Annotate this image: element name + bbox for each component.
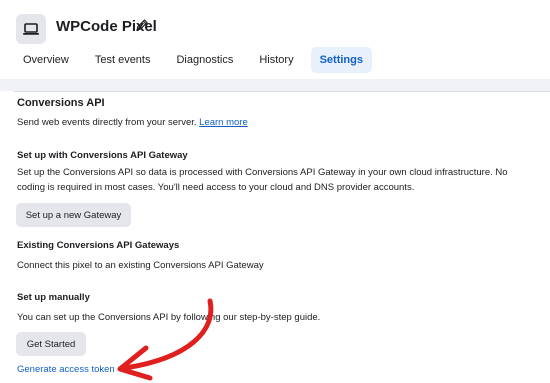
tab-bar: Overview Test events Diagnostics History…	[14, 46, 380, 74]
existing-gateways-description: Connect this pixel to an existing Conver…	[17, 260, 264, 271]
manual-setup-heading: Set up manually	[17, 292, 90, 303]
tab-settings[interactable]: Settings	[310, 47, 372, 73]
tab-test-events[interactable]: Test events	[86, 47, 160, 73]
laptop-icon	[16, 14, 46, 44]
gateway-heading: Set up with Conversions API Gateway	[17, 150, 188, 161]
tab-overview[interactable]: Overview	[14, 47, 78, 73]
setup-gateway-button[interactable]: Set up a new Gateway	[16, 203, 131, 227]
manual-setup-description: You can set up the Conversions API by fo…	[17, 312, 321, 323]
existing-gateways-heading: Existing Conversions API Gateways	[17, 240, 180, 251]
generate-access-token-link[interactable]: Generate access token	[17, 362, 115, 377]
panel-top-border	[14, 91, 550, 92]
tab-history[interactable]: History	[250, 47, 302, 73]
tab-diagnostics[interactable]: Diagnostics	[167, 47, 242, 73]
learn-more-link[interactable]: Learn more	[199, 117, 248, 128]
conversions-api-heading: Conversions API	[17, 97, 105, 109]
gateway-description-line-1: Set up the Conversions API so data is pr…	[17, 167, 508, 178]
conversions-api-description: Send web events directly from your serve…	[17, 115, 248, 130]
get-started-button[interactable]: Get Started	[16, 332, 86, 356]
pixel-header: WPCode Pixel Overview Test events Diagno…	[0, 0, 550, 80]
conversions-api-description-text: Send web events directly from your serve…	[17, 117, 197, 128]
pencil-icon[interactable]	[135, 18, 149, 32]
gateway-description-line-2: coding is required in most cases. You'll…	[17, 182, 415, 193]
section-divider	[0, 79, 550, 91]
